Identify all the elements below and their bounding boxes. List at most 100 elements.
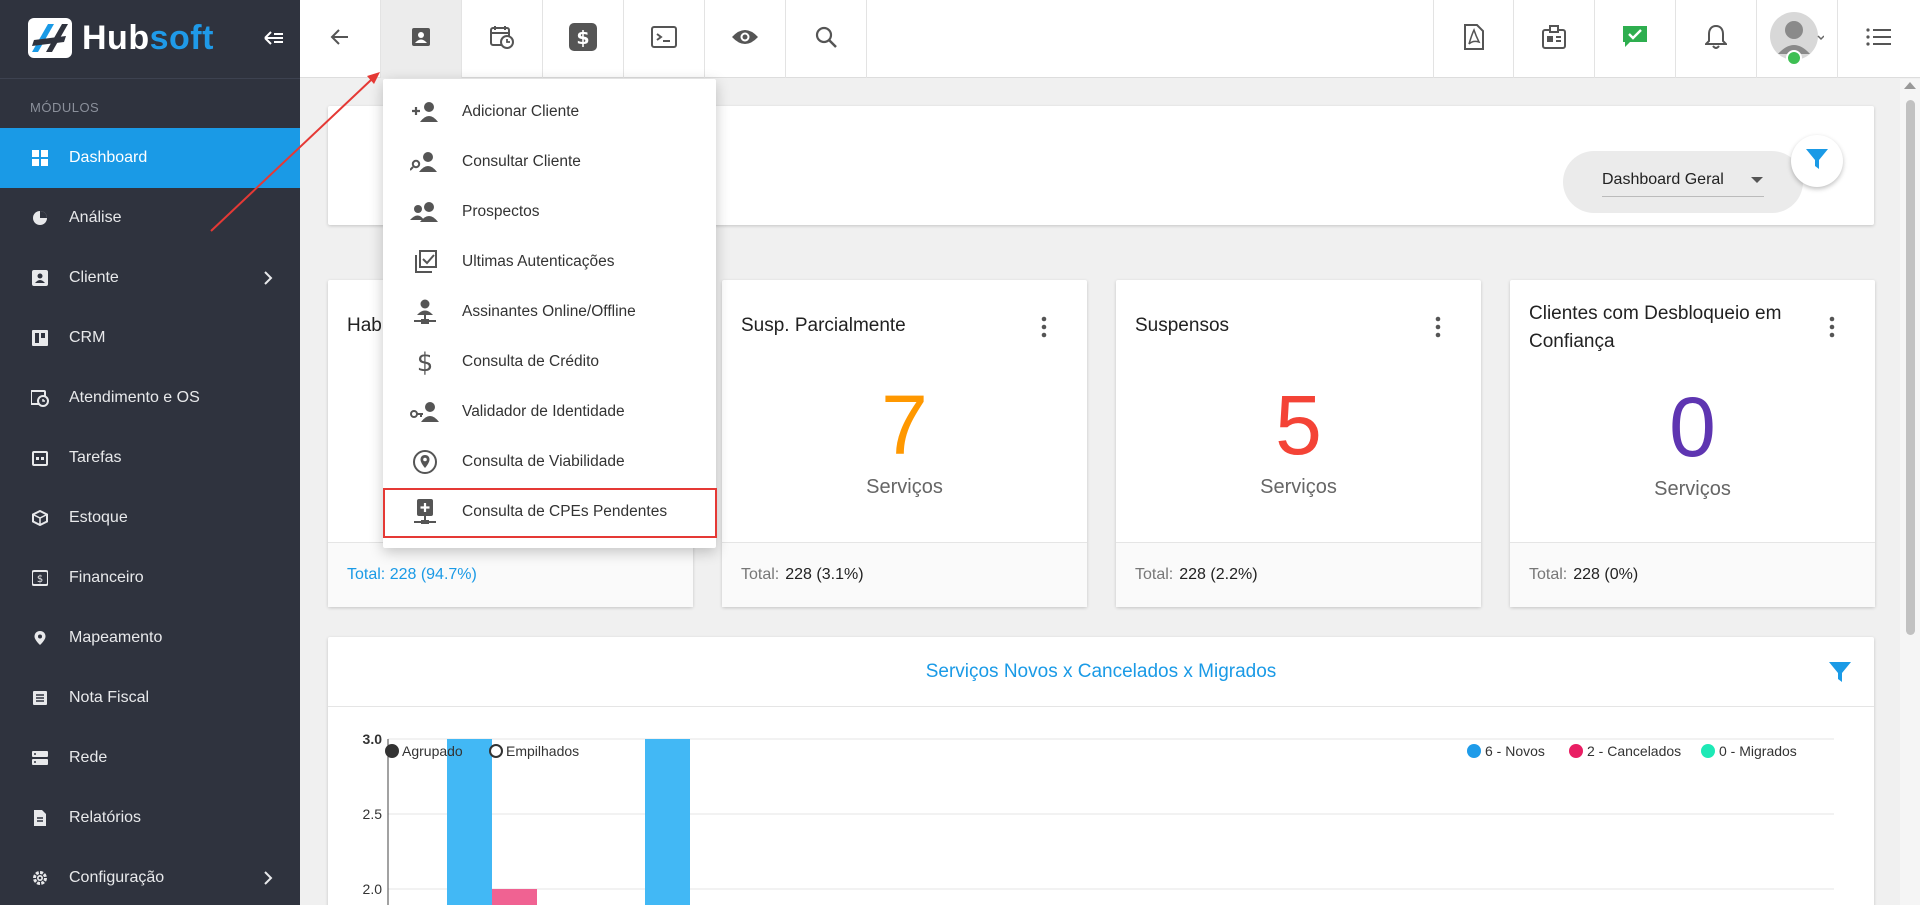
terminal-button[interactable] bbox=[624, 0, 705, 78]
menu-item-label: Assinantes Online/Offline bbox=[462, 303, 636, 320]
sidebar-item-estoque[interactable]: Estoque bbox=[0, 488, 300, 548]
task-calendar-icon bbox=[31, 449, 49, 467]
sidebar-item-financeiro[interactable]: $ Financeiro bbox=[0, 548, 300, 608]
dashboard-select[interactable]: Dashboard Geral bbox=[1563, 151, 1803, 213]
view-button[interactable] bbox=[705, 0, 786, 78]
terminal-icon bbox=[651, 25, 677, 54]
legend-marker bbox=[1569, 744, 1583, 758]
stat-card-title: Suspensos bbox=[1135, 315, 1230, 336]
menu-item-validador-identidade[interactable]: Validador de Identidade bbox=[383, 387, 716, 437]
hubsoft-wordmark: Hubsoft bbox=[82, 18, 214, 57]
more-vert-icon[interactable] bbox=[1829, 316, 1835, 338]
more-vert-icon[interactable] bbox=[1041, 316, 1047, 338]
sidebar-item-relatorios[interactable]: Relatórios bbox=[0, 788, 300, 848]
sidebar-item-tarefas[interactable]: Tarefas bbox=[0, 428, 300, 488]
messages-button[interactable] bbox=[1595, 0, 1676, 78]
pdf-icon bbox=[1463, 23, 1485, 55]
avatar bbox=[1770, 8, 1825, 71]
user-menu-button[interactable] bbox=[1757, 0, 1838, 78]
back-arrow-icon bbox=[328, 25, 352, 54]
client-menu-button[interactable] bbox=[381, 0, 462, 78]
menu-item-prospectos[interactable]: Prospectos bbox=[383, 187, 716, 237]
menu-item-consulta-credito[interactable]: $ Consulta de Crédito bbox=[383, 337, 716, 387]
y-tick-label: 2.0 bbox=[363, 881, 383, 897]
menu-item-ultimas-autenticacoes[interactable]: Ultimas Autenticações bbox=[383, 237, 716, 287]
stat-card-suspensos: Suspensos 5 Serviços Total: 228 (2.2%) bbox=[1116, 280, 1481, 607]
legend-marker bbox=[1701, 744, 1715, 758]
schedule-button[interactable] bbox=[462, 0, 543, 78]
menu-item-consulta-cpes-pendentes[interactable]: Consulta de CPEs Pendentes bbox=[383, 487, 716, 537]
sidebar-section-label: MÓDULOS bbox=[30, 100, 100, 115]
dashboard-select-value: Dashboard Geral bbox=[1602, 171, 1724, 188]
stat-card-unit: Serviços bbox=[1654, 478, 1731, 500]
dollar-sign-icon: $ bbox=[410, 347, 440, 377]
sidebar-item-label: Análise bbox=[69, 209, 122, 226]
radio-label: Empilhados bbox=[506, 743, 579, 759]
legend-label: 0 - Migrados bbox=[1719, 743, 1797, 759]
pdf-button[interactable] bbox=[1433, 0, 1514, 78]
sidebar-item-label: Estoque bbox=[69, 509, 128, 526]
person-add-icon bbox=[410, 97, 440, 127]
sidebar-item-rede[interactable]: Rede bbox=[0, 728, 300, 788]
main-menu-button[interactable] bbox=[1838, 0, 1919, 78]
badge-button[interactable] bbox=[1514, 0, 1595, 78]
stat-card-footer: Total: 228 (94.7%) bbox=[328, 542, 693, 607]
back-button[interactable] bbox=[300, 0, 381, 78]
financial-button[interactable]: $ bbox=[543, 0, 624, 78]
menu-item-label: Ultimas Autenticações bbox=[462, 253, 615, 270]
scrollbar-thumb[interactable] bbox=[1906, 100, 1915, 635]
sidebar-item-crm[interactable]: CRM bbox=[0, 308, 300, 368]
sidebar-item-mapeamento[interactable]: Mapeamento bbox=[0, 608, 300, 668]
sidebar-item-dashboard[interactable]: Dashboard bbox=[0, 128, 300, 188]
sidebar-item-cliente[interactable]: Cliente bbox=[0, 248, 300, 308]
scroll-up-arrow-icon[interactable] bbox=[1904, 82, 1916, 89]
hubsoft-logo[interactable]: Hubsoft bbox=[28, 18, 214, 58]
sidebar-item-label: Rede bbox=[69, 749, 108, 766]
stat-card-total-value: 228 (2.2%) bbox=[1179, 566, 1258, 583]
location-icon bbox=[410, 447, 440, 477]
menu-item-label: Adicionar Cliente bbox=[462, 103, 580, 120]
sidebar-item-atendimento[interactable]: Atendimento e OS bbox=[0, 368, 300, 428]
radio-agrupado bbox=[385, 744, 399, 758]
y-tick-label: 2.5 bbox=[363, 806, 383, 822]
sidebar-item-label: Cliente bbox=[69, 269, 119, 286]
stat-card-total-label: Total: bbox=[1529, 566, 1568, 583]
eye-icon bbox=[731, 27, 759, 52]
sidebar-item-label: Nota Fiscal bbox=[69, 689, 150, 706]
more-vert-icon[interactable] bbox=[1435, 316, 1441, 338]
menu-item-assinantes-online[interactable]: Assinantes Online/Offline bbox=[383, 287, 716, 337]
schedule-icon bbox=[489, 24, 515, 55]
menu-item-consultar-cliente[interactable]: Consultar Cliente bbox=[383, 137, 716, 187]
stat-card-footer: Total: 228 (3.1%) bbox=[722, 542, 1087, 607]
chart-filter-icon[interactable] bbox=[1828, 660, 1852, 684]
menu-item-label: Validador de Identidade bbox=[462, 403, 625, 420]
gear-icon bbox=[31, 869, 49, 887]
contact-card-icon bbox=[31, 269, 49, 287]
chevron-right-icon bbox=[262, 270, 274, 286]
sidebar-item-analise[interactable]: Análise bbox=[0, 188, 300, 248]
search-button[interactable] bbox=[786, 0, 867, 78]
collapse-sidebar-icon[interactable] bbox=[262, 26, 286, 50]
filter-button[interactable] bbox=[1791, 135, 1843, 187]
menu-item-consulta-viabilidade[interactable]: Consulta de Viabilidade bbox=[383, 437, 716, 487]
sidebar-item-configuracao[interactable]: Configuração bbox=[0, 848, 300, 905]
stat-card-total-value: 228 (0%) bbox=[1573, 566, 1639, 583]
chart-title: Serviços Novos x Cancelados x Migrados bbox=[328, 637, 1874, 707]
stat-card-value: 7 bbox=[881, 378, 928, 472]
stat-card-value: 0 bbox=[1669, 380, 1716, 474]
menu-item-label: Consulta de Crédito bbox=[462, 353, 599, 370]
client-dropdown-menu: Adicionar Cliente Consultar Cliente Pros… bbox=[383, 79, 716, 548]
sidebar-item-label: Tarefas bbox=[69, 449, 122, 466]
caret-down-icon bbox=[1751, 177, 1763, 183]
sidebar-item-label: Atendimento e OS bbox=[69, 389, 200, 406]
radio-label: Agrupado bbox=[402, 743, 463, 759]
menu-item-adicionar-cliente[interactable]: Adicionar Cliente bbox=[383, 87, 716, 137]
stat-card-title: Clientes com Desbloqueio em Confiança bbox=[1529, 303, 1782, 352]
stat-card-desbloqueio-confianca: Clientes com Desbloqueio em Confiança 0 … bbox=[1510, 280, 1875, 607]
legend-label: 6 - Novos bbox=[1485, 743, 1545, 759]
notifications-button[interactable] bbox=[1676, 0, 1757, 78]
key-person-icon bbox=[410, 397, 440, 427]
stat-card-footer: Total: 228 (0%) bbox=[1510, 542, 1875, 607]
sidebar-item-nota-fiscal[interactable]: Nota Fiscal bbox=[0, 668, 300, 728]
search-icon bbox=[814, 25, 838, 54]
